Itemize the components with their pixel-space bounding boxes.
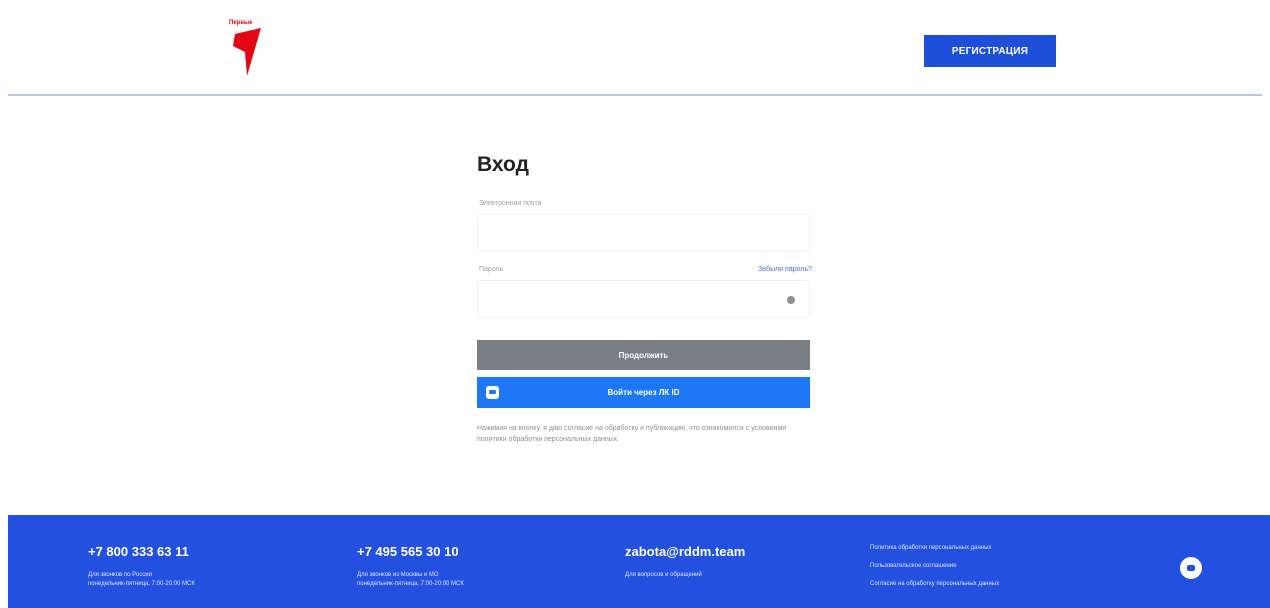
continue-button[interactable]: Продолжить <box>477 340 810 370</box>
register-button[interactable]: РЕГИСТРАЦИЯ <box>924 35 1056 67</box>
user-agreement-link[interactable]: Пользовательское соглашение <box>870 563 956 569</box>
logo-arrow-icon <box>233 28 261 76</box>
header-divider <box>8 94 1262 96</box>
page-title: Вход <box>477 153 529 176</box>
phone-moscow[interactable]: +7 495 565 30 10 <box>357 544 459 559</box>
vk-icon[interactable] <box>1180 557 1202 579</box>
consent-text: Нажимая на кнопку, я даю согласие на обр… <box>477 425 787 443</box>
sso-label: Войти через ЛК ID <box>607 388 680 397</box>
support-email[interactable]: zabota@rddm.team <box>625 544 745 559</box>
id-icon <box>486 386 499 399</box>
logo-text: Первые <box>229 20 253 26</box>
password-label: Пароль <box>479 266 504 273</box>
footer: +7 800 333 63 11 Для звонков по России п… <box>8 515 1270 608</box>
forgot-password-link[interactable]: Забыли пароль? <box>758 266 812 273</box>
email-field[interactable] <box>477 214 810 252</box>
eye-icon[interactable] <box>787 296 795 304</box>
phone-russia-caption: Для звонков по России <box>88 572 152 578</box>
sso-login-button[interactable]: Войти через ЛК ID <box>477 377 810 408</box>
password-field[interactable] <box>477 280 810 318</box>
phone-russia[interactable]: +7 800 333 63 11 <box>88 544 189 559</box>
email-label: Электронная почта <box>479 200 542 207</box>
phone-russia-hours: понедельник-пятница, 7:00-20:00 МСК <box>88 581 195 587</box>
logo[interactable]: Первые <box>229 20 265 78</box>
privacy-policy-link[interactable]: Политика обработки персональных данных <box>870 545 991 551</box>
phone-moscow-caption: Для звонков из Москвы и МО <box>357 572 439 578</box>
header: Первые РЕГИСТРАЦИЯ <box>0 0 1270 96</box>
consent-link[interactable]: Согласие на обработку персональных данны… <box>870 581 999 587</box>
phone-moscow-hours: понедельник-пятница, 7:00-20:00 МСК <box>357 581 464 587</box>
support-email-caption: Для вопросов и обращений <box>625 572 702 578</box>
